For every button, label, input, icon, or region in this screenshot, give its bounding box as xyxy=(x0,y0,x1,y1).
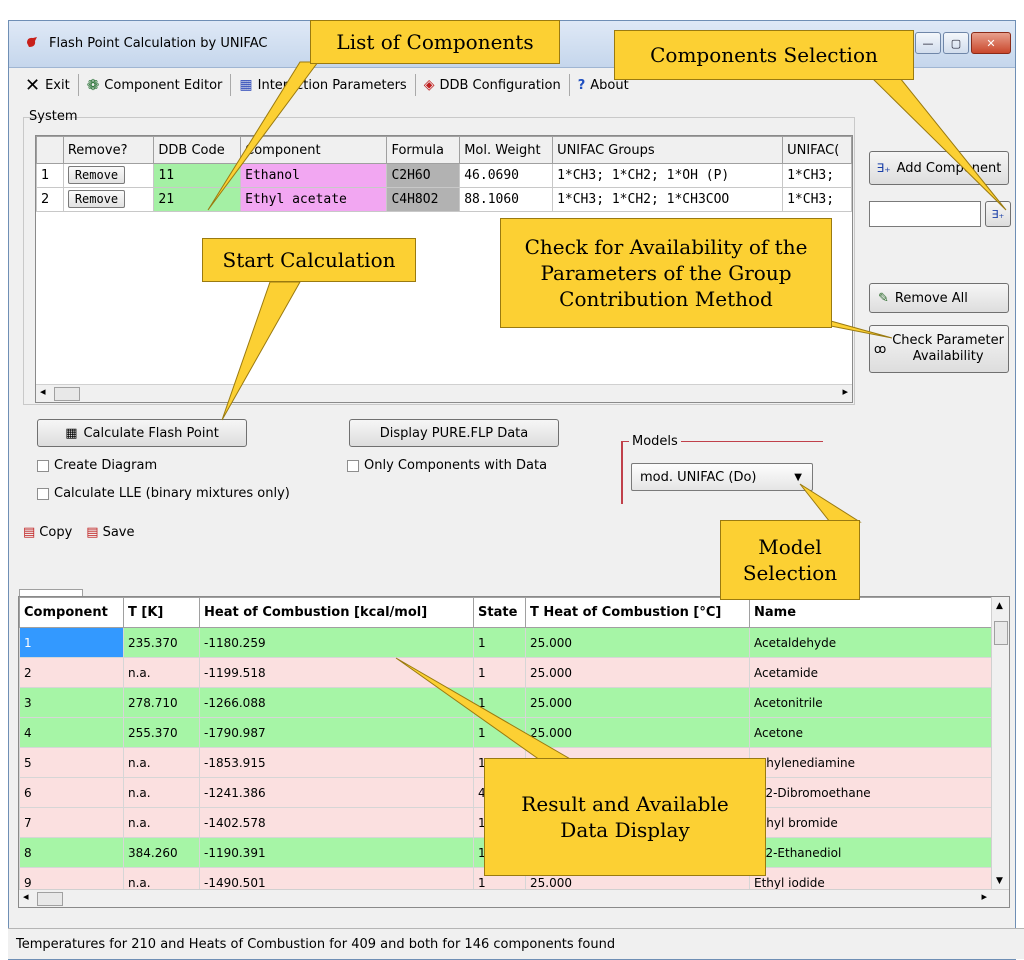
callout-start-calculation: Start Calculation xyxy=(202,238,416,282)
callout-pointer xyxy=(799,483,862,523)
callout-check-availability: Check for Availability of the Parameters… xyxy=(500,218,832,328)
callout-components-selection: Components Selection xyxy=(614,30,914,80)
callout-model-selection: Model Selection xyxy=(720,520,860,600)
callout-result-display: Result and Available Data Display xyxy=(484,758,766,876)
callout-pointer xyxy=(221,281,301,421)
callout-pointer xyxy=(207,61,319,211)
callout-pointer xyxy=(395,657,574,761)
callout-pointer xyxy=(870,77,1007,211)
callout-list-components: List of Components xyxy=(310,20,560,64)
